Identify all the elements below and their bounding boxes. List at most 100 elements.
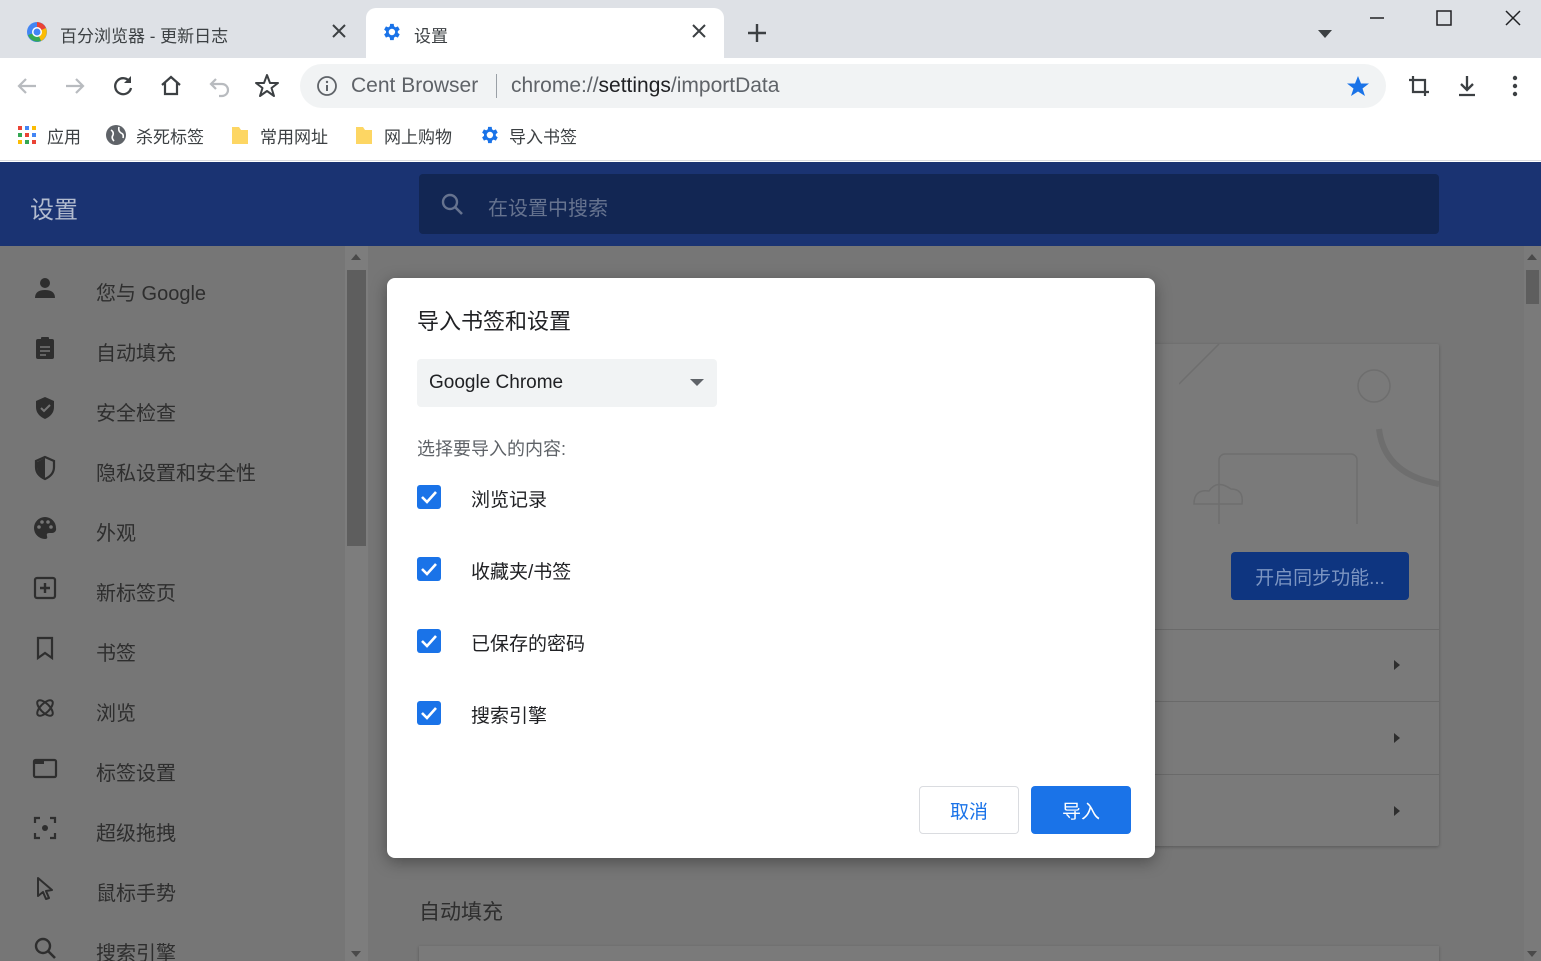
- shield-half-icon: [34, 455, 56, 481]
- tab-settings[interactable]: 设置: [366, 8, 724, 58]
- bookmark-label: 常用网址: [260, 127, 328, 147]
- checkbox[interactable]: [417, 485, 441, 509]
- bookmarks-bar: 应用 杀死标签 常用网址 网上购物 导入书签: [0, 114, 1541, 161]
- nav-item-super-drag[interactable]: 超级拖拽: [0, 798, 340, 858]
- star-outline-icon[interactable]: [253, 72, 281, 100]
- nav-item-new-tab[interactable]: 新标签页: [0, 558, 340, 618]
- sidebar-scrollbar[interactable]: [345, 246, 368, 961]
- bookmark-folder-common[interactable]: 常用网址: [229, 122, 328, 148]
- checkmark-icon: [421, 635, 437, 648]
- import-dialog: 导入书签和设置 Google Chrome 选择要导入的内容: 浏览记录 收藏夹…: [387, 278, 1155, 858]
- tab-search-dropdown-icon[interactable]: [1314, 26, 1336, 42]
- nav-item-search-engine[interactable]: 搜索引擎: [0, 918, 340, 961]
- select-value: Google Chrome: [429, 372, 564, 393]
- turn-on-sync-button[interactable]: 开启同步功能...: [1231, 552, 1409, 600]
- url-text[interactable]: chrome://settings/importData: [511, 74, 779, 98]
- checkbox-favorites[interactable]: 收藏夹/书签: [417, 554, 817, 584]
- url-host: settings: [598, 74, 671, 97]
- browser-source-select[interactable]: Google Chrome: [417, 359, 717, 407]
- chevron-right-icon[interactable]: [1391, 804, 1403, 818]
- bookmark-folder-shopping[interactable]: 网上购物: [353, 122, 452, 148]
- more-vertical-icon[interactable]: [1501, 72, 1529, 100]
- clipboard-icon: [36, 337, 54, 359]
- nav-item-mouse-gesture[interactable]: 鼠标手势: [0, 858, 340, 918]
- nav-item-autofill[interactable]: 自动填充: [0, 318, 340, 378]
- download-icon[interactable]: [1453, 72, 1481, 100]
- crop-screenshot-icon[interactable]: [1405, 72, 1433, 100]
- nav-label: 新标签页: [96, 583, 176, 605]
- toolbar: Cent Browser chrome://settings/importDat…: [0, 58, 1541, 114]
- checkbox[interactable]: [417, 557, 441, 581]
- checkbox-passwords[interactable]: 已保存的密码: [417, 626, 817, 656]
- nav-label: 书签: [96, 643, 136, 665]
- sync-illustration: [1179, 344, 1439, 524]
- chevron-right-icon[interactable]: [1391, 731, 1403, 745]
- settings-search-input[interactable]: 在设置中搜索: [419, 174, 1439, 234]
- window-close-icon[interactable]: [1490, 4, 1536, 32]
- close-icon[interactable]: [328, 20, 350, 42]
- shield-check-icon: [36, 397, 54, 419]
- bookmark-label: 导入书签: [509, 127, 577, 147]
- scrollbar-thumb[interactable]: [347, 270, 366, 546]
- checkbox-label: 已保存的密码: [471, 634, 586, 655]
- close-icon[interactable]: [688, 20, 710, 42]
- tab-changelog[interactable]: 百分浏览器 - 更新日志: [12, 8, 364, 58]
- minimize-icon[interactable]: [1354, 4, 1400, 32]
- bookmark-star-filled-icon[interactable]: [1346, 74, 1370, 98]
- nav-item-privacy[interactable]: 隐私设置和安全性: [0, 438, 340, 498]
- checkbox-search-engines[interactable]: 搜索引擎: [417, 698, 817, 728]
- checkbox-label: 收藏夹/书签: [471, 562, 572, 583]
- checkbox-label: 搜索引擎: [471, 706, 548, 727]
- palette-icon: [34, 517, 57, 539]
- nav-item-tab-settings[interactable]: 标签设置: [0, 738, 340, 798]
- checkbox[interactable]: [417, 701, 441, 725]
- nav-item-appearance[interactable]: 外观: [0, 498, 340, 558]
- info-icon[interactable]: [316, 75, 338, 97]
- scroll-up-arrow-icon[interactable]: [1527, 254, 1537, 260]
- site-name: Cent Browser: [351, 74, 479, 97]
- tab-title: 设置: [414, 27, 448, 46]
- checkbox[interactable]: [417, 629, 441, 653]
- url-scheme: chrome://: [511, 74, 599, 97]
- scroll-up-arrow-icon[interactable]: [351, 254, 361, 260]
- cent-browser-logo-icon: [27, 22, 47, 42]
- reload-icon[interactable]: [109, 72, 137, 100]
- checkbox-history[interactable]: 浏览记录: [417, 482, 817, 512]
- nav-item-browse[interactable]: 浏览: [0, 678, 340, 738]
- browse-icon: [36, 699, 54, 717]
- cancel-button[interactable]: 取消: [919, 786, 1019, 834]
- undo-close-tab-icon[interactable]: [205, 72, 233, 100]
- home-icon[interactable]: [157, 72, 185, 100]
- page-title: 设置: [30, 197, 78, 224]
- import-button[interactable]: 导入: [1031, 786, 1131, 834]
- gear-icon: [384, 23, 400, 41]
- scrollbar-thumb[interactable]: [1526, 270, 1539, 304]
- checkmark-icon: [421, 563, 437, 576]
- bookmark-kill-tabs[interactable]: 杀死标签: [105, 122, 204, 148]
- nav-item-bookmarks[interactable]: 书签: [0, 618, 340, 678]
- chevron-right-icon[interactable]: [1391, 658, 1403, 672]
- dropdown-arrow-icon: [690, 379, 704, 386]
- tab-title: 百分浏览器 - 更新日志: [60, 27, 229, 46]
- tab-strip: 百分浏览器 - 更新日志 设置: [0, 0, 1541, 58]
- forward-arrow-icon[interactable]: [61, 72, 89, 100]
- apps-grid-icon: [18, 126, 36, 144]
- scroll-down-arrow-icon[interactable]: [1527, 951, 1537, 957]
- drag-icon: [33, 816, 57, 840]
- bookmark-import[interactable]: 导入书签: [478, 122, 577, 148]
- nav-label: 外观: [96, 523, 136, 545]
- person-icon: [35, 278, 55, 298]
- scroll-down-arrow-icon[interactable]: [351, 951, 361, 957]
- bookmark-apps[interactable]: 应用: [16, 122, 81, 148]
- nav-item-you-and-google[interactable]: 您与 Google: [0, 258, 340, 318]
- back-arrow-icon[interactable]: [13, 72, 41, 100]
- nav-item-safety-check[interactable]: 安全检查: [0, 378, 340, 438]
- dialog-title: 导入书签和设置: [417, 309, 572, 334]
- maximize-icon[interactable]: [1421, 4, 1467, 32]
- url-path: /importData: [670, 74, 780, 97]
- new-tab-plus-icon[interactable]: [744, 20, 770, 46]
- address-bar[interactable]: Cent Browser chrome://settings/importDat…: [300, 64, 1386, 108]
- dialog-subtitle: 选择要导入的内容:: [417, 439, 567, 459]
- autofill-card: [419, 946, 1439, 961]
- page-scrollbar[interactable]: [1524, 246, 1541, 961]
